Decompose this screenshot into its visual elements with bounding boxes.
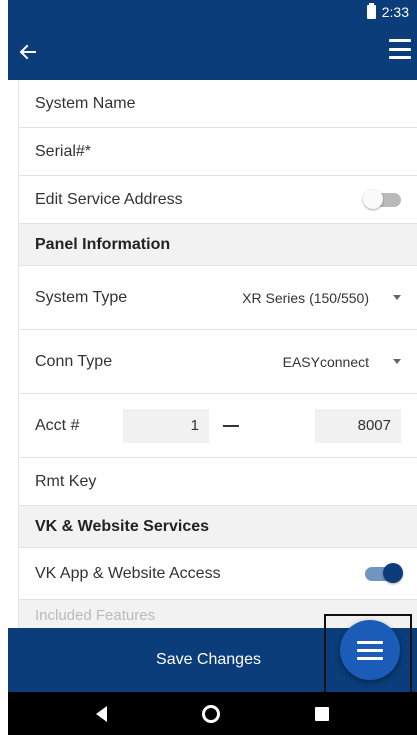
save-changes-label: Save Changes bbox=[156, 651, 261, 668]
acct-dash bbox=[223, 424, 239, 427]
fab-menu-button[interactable] bbox=[340, 620, 400, 680]
status-bar: 2:33 bbox=[8, 0, 417, 24]
system-type-select[interactable]: System Type XR Series (150/550) bbox=[19, 266, 417, 330]
system-type-label: System Type bbox=[35, 288, 128, 306]
system-form: System Name Serial#* Edit Service Addres… bbox=[18, 80, 417, 628]
serial-field[interactable]: Serial#* bbox=[19, 128, 417, 176]
toggle-knob bbox=[383, 562, 403, 583]
acct-label: Acct # bbox=[35, 416, 80, 434]
system-type-value: XR Series (150/550) bbox=[242, 289, 369, 306]
vk-access-row: VK App & Website Access bbox=[19, 548, 417, 600]
system-type-value-wrap: XR Series (150/550) bbox=[242, 290, 401, 306]
panel-information-header: Panel Information bbox=[19, 224, 417, 266]
hamburger-menu-icon[interactable] bbox=[389, 39, 411, 59]
arrow-left-icon-svg bbox=[19, 44, 36, 60]
conn-type-value-wrap: EASYconnect bbox=[283, 354, 401, 370]
system-name-placeholder: System Name bbox=[35, 94, 136, 112]
system-name-field[interactable]: System Name bbox=[19, 80, 417, 128]
acct-prefix-value: 1 bbox=[190, 417, 199, 434]
conn-type-select[interactable]: Conn Type EASYconnect bbox=[19, 330, 417, 394]
nav-back-icon[interactable] bbox=[95, 705, 107, 722]
edit-service-address-label: Edit Service Address bbox=[35, 190, 183, 208]
vk-access-toggle[interactable] bbox=[365, 562, 403, 583]
app-screen: 2:33 System Name Serial#* Edit Service A… bbox=[0, 0, 417, 735]
acct-prefix-input[interactable]: 1 bbox=[123, 408, 209, 443]
serial-placeholder: Serial#* bbox=[35, 142, 92, 160]
battery-icon bbox=[366, 3, 376, 19]
system-nav-bar bbox=[8, 692, 417, 735]
rmt-key-field[interactable]: Rmt Key bbox=[19, 458, 417, 506]
edit-service-address-row: Edit Service Address bbox=[19, 176, 417, 224]
acct-number-value: 8007 bbox=[357, 417, 391, 434]
vk-website-services-header: VK & Website Services bbox=[19, 506, 417, 548]
rmt-key-placeholder: Rmt Key bbox=[35, 472, 97, 490]
included-features-title: Included Features bbox=[35, 606, 156, 624]
acct-row: Acct # 1 8007 bbox=[19, 394, 417, 458]
nav-home-icon[interactable] bbox=[201, 704, 220, 723]
vk-website-services-title: VK & Website Services bbox=[35, 517, 210, 535]
app-bar bbox=[8, 24, 417, 80]
edit-service-address-toggle[interactable] bbox=[363, 188, 401, 209]
conn-type-value: EASYconnect bbox=[282, 353, 369, 370]
status-time: 2:33 bbox=[381, 4, 409, 20]
conn-type-label: Conn Type bbox=[35, 352, 113, 370]
arrow-left-icon[interactable] bbox=[12, 36, 44, 68]
panel-information-title: Panel Information bbox=[35, 235, 171, 253]
chevron-down-icon bbox=[393, 359, 401, 364]
chevron-down-icon bbox=[393, 295, 401, 300]
toggle-knob bbox=[363, 188, 383, 209]
vk-access-label: VK App & Website Access bbox=[35, 564, 221, 582]
acct-number-input[interactable]: 8007 bbox=[315, 408, 401, 443]
nav-recents-icon[interactable] bbox=[315, 706, 330, 721]
